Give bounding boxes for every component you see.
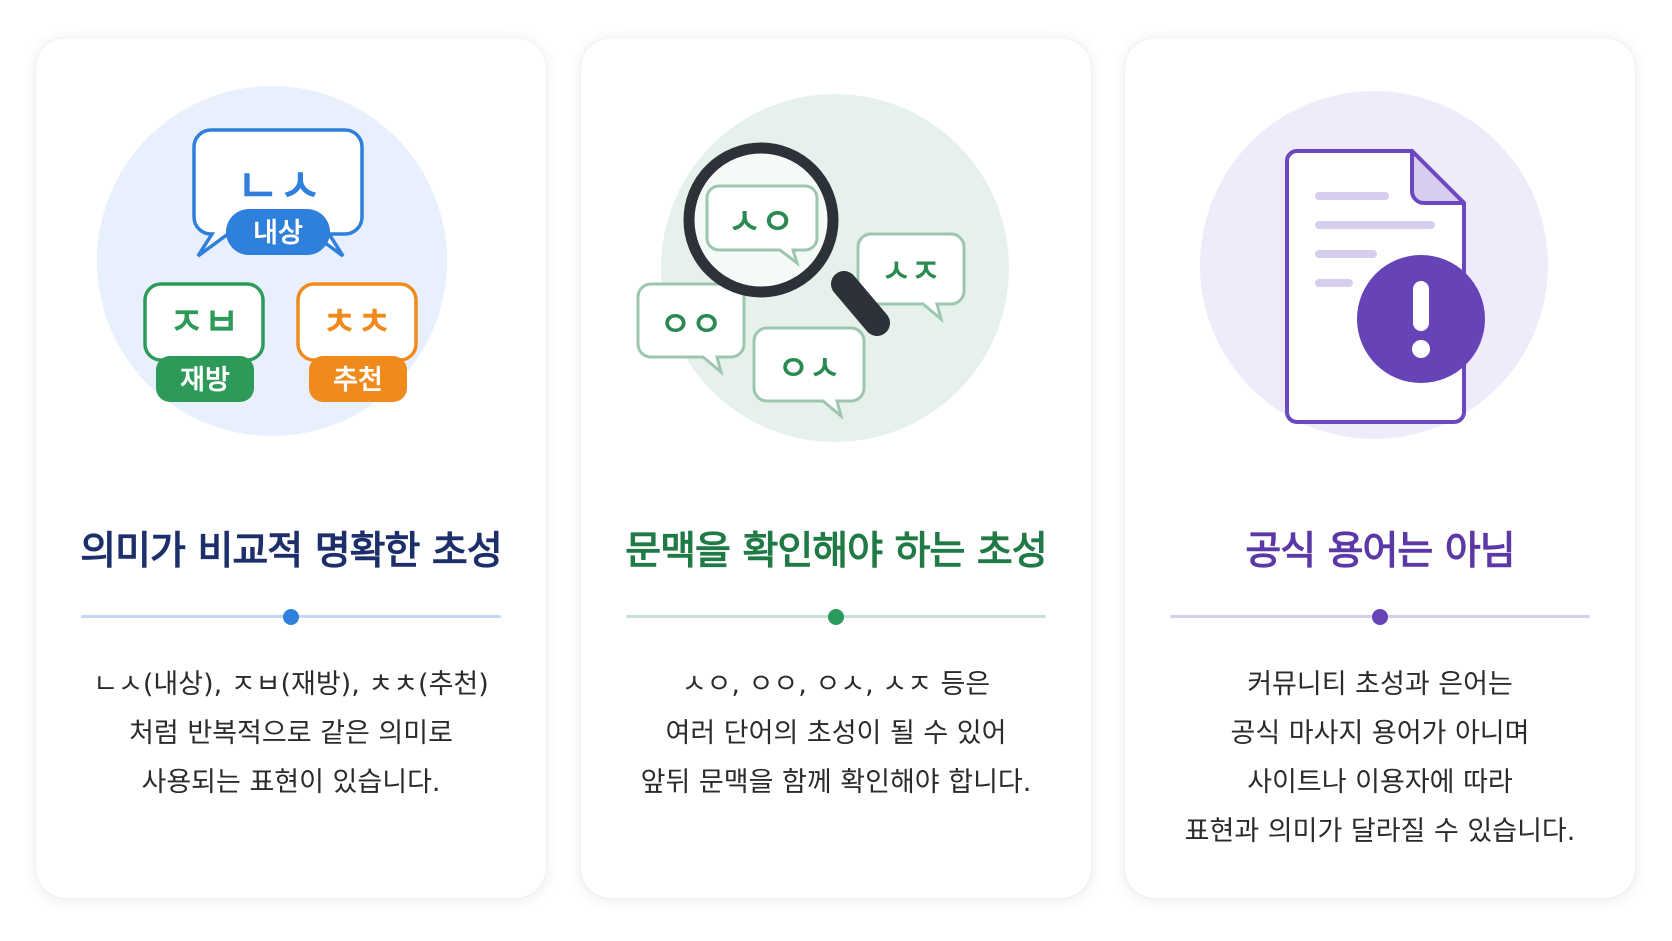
- card-clear-meaning: ㄴㅅ 내상 ㅈㅂ 재방 ㅊㅊ 추천 의미가 비교적 명확한 초성 ㄴㅅ(내상),…: [36, 38, 546, 898]
- card-description: 커뮤니티 초성과 은어는 공식 마사지 용어가 아니며 사이트나 이용자에 따라…: [1145, 660, 1615, 856]
- card-title: 문맥을 확인해야 하는 초성: [625, 529, 1047, 574]
- divider-dot: [1372, 608, 1388, 625]
- description-line: 커뮤니티 초성과 은어는: [1247, 669, 1513, 700]
- description-line: ㅅㅇ, ㅇㅇ, ㅇㅅ, ㅅㅈ 등은: [681, 669, 991, 700]
- speech-bubble-icon: ㅊㅊ 추천: [296, 282, 418, 402]
- bubble-initials: ㅇㅇ: [660, 305, 723, 345]
- card-description: ㄴㅅ(내상), ㅈㅂ(재방), ㅊㅊ(추천) 처럼 반복적으로 같은 의미로 사…: [56, 660, 526, 807]
- bubble-initials: ㅊㅊ: [322, 300, 392, 344]
- description-line: 처럼 반복적으로 같은 의미로: [129, 718, 453, 749]
- bubble-word: 내상: [253, 218, 303, 249]
- card-description: ㅅㅇ, ㅇㅇ, ㅇㅅ, ㅅㅈ 등은 여러 단어의 초성이 될 수 있어 앞뒤 문…: [601, 660, 1071, 807]
- description-line: 사용되는 표현이 있습니다.: [141, 767, 441, 798]
- description-line: 여러 단어의 초성이 될 수 있어: [665, 718, 1007, 749]
- card-not-official: 공식 용어는 아님 커뮤니티 초성과 은어는 공식 마사지 용어가 아니며 사이…: [1125, 38, 1635, 898]
- speech-bubble-icon: ㅈㅂ 재방: [143, 282, 265, 402]
- bubble-word: 재방: [180, 365, 230, 396]
- card-title: 공식 용어는 아님: [1245, 529, 1515, 574]
- warning-icon: [1357, 255, 1485, 383]
- bubble-initials: ㅅㅈ: [882, 252, 941, 290]
- bubble-initials: ㄴㅅ: [237, 159, 322, 213]
- divider: [81, 608, 501, 625]
- card-context-needed: ㅇㅇ ㅅㅈ ㅇㅅ ㅅㅇ 문맥을 확인해야 하는 초성 ㅅㅇ, ㅇㅇ, ㅇㅅ, ㅅ…: [581, 38, 1091, 898]
- magnifier-illustration: ㅇㅇ ㅅㅈ ㅇㅅ ㅅㅇ: [581, 38, 1091, 488]
- divider: [1170, 608, 1590, 625]
- description-line: 사이트나 이용자에 따라: [1247, 767, 1513, 798]
- document-warning-illustration: [1125, 38, 1635, 488]
- chat-bubbles-illustration: ㄴㅅ 내상 ㅈㅂ 재방 ㅊㅊ 추천: [36, 38, 546, 488]
- divider: [626, 608, 1046, 625]
- bubble-initials: ㅅㅇ: [728, 202, 794, 243]
- divider-dot: [828, 608, 844, 625]
- bubble-initials: ㅇㅅ: [778, 349, 841, 389]
- bubble-initials: ㅈㅂ: [169, 300, 239, 344]
- description-line: ㄴㅅ(내상), ㅈㅂ(재방), ㅊㅊ(추천): [93, 669, 489, 700]
- divider-dot: [283, 608, 299, 625]
- card-title: 의미가 비교적 명확한 초성: [80, 529, 502, 574]
- description-line: 공식 마사지 용어가 아니며: [1230, 718, 1530, 749]
- bubble-word: 추천: [333, 365, 383, 396]
- description-line: 앞뒤 문맥을 함께 확인해야 합니다.: [640, 767, 1032, 798]
- description-line: 표현과 의미가 달라질 수 있습니다.: [1184, 816, 1576, 847]
